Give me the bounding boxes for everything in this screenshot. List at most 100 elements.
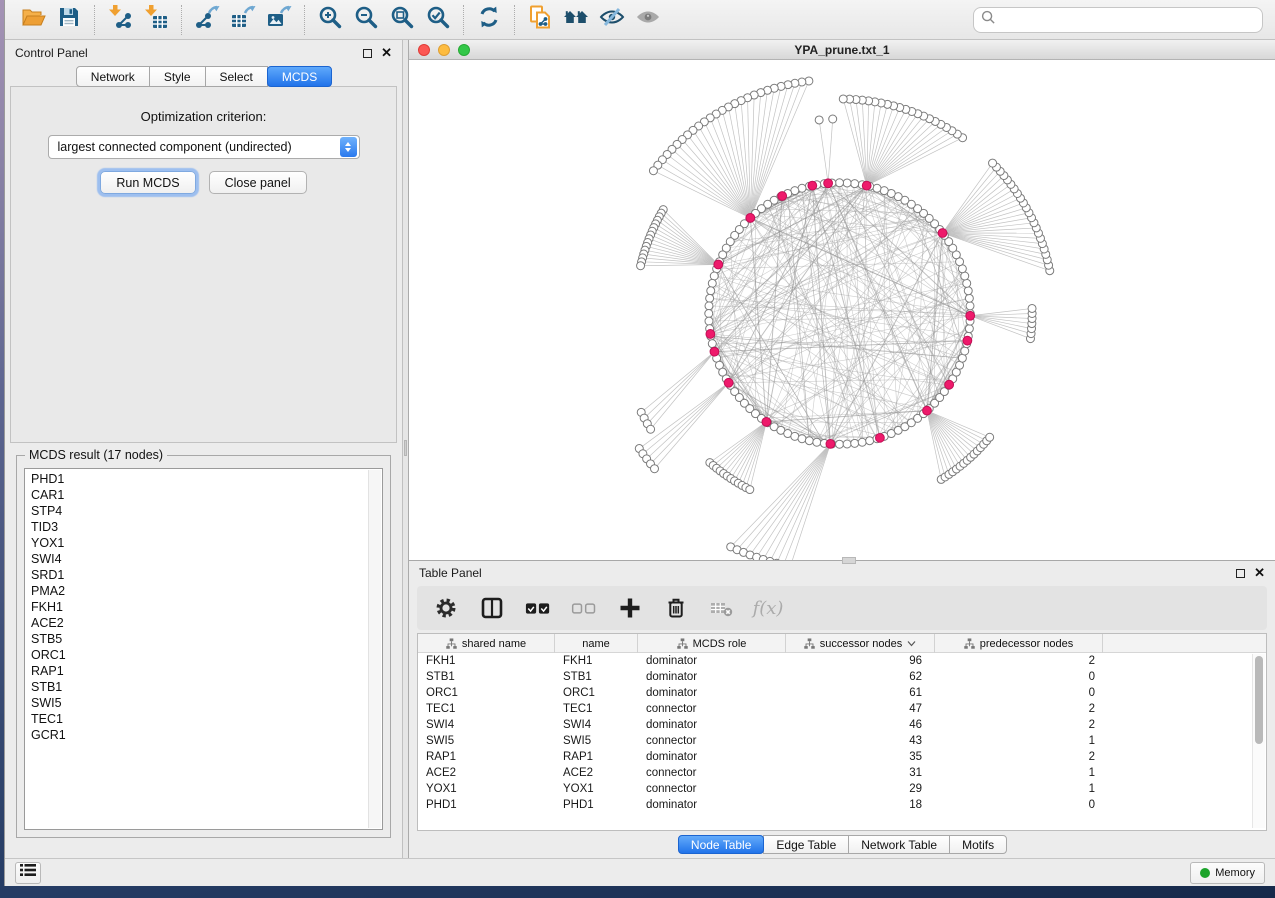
- graph-node[interactable]: [963, 279, 971, 287]
- mcds-result-item[interactable]: ACE2: [25, 615, 382, 631]
- table-row[interactable]: RAP1RAP1dominator352: [418, 749, 1266, 765]
- graph-node[interactable]: [705, 302, 713, 310]
- graph-node[interactable]: [843, 440, 851, 448]
- graph-node-mcds[interactable]: [746, 213, 755, 222]
- graph-node[interactable]: [989, 159, 997, 167]
- graph-node[interactable]: [706, 294, 714, 302]
- run-mcds-button[interactable]: Run MCDS: [100, 171, 195, 194]
- graph-node[interactable]: [961, 347, 969, 355]
- table-row[interactable]: ACE2ACE2connector311: [418, 765, 1266, 781]
- mcds-result-item[interactable]: YOX1: [25, 535, 382, 551]
- tab-network-table[interactable]: Network Table: [848, 835, 950, 854]
- criterion-select[interactable]: largest connected component (undirected): [48, 135, 360, 159]
- column-header-name[interactable]: name: [555, 634, 638, 653]
- column-header-shared-name[interactable]: shared name: [418, 634, 555, 653]
- mcds-result-item[interactable]: STP4: [25, 503, 382, 519]
- graph-node[interactable]: [813, 438, 821, 446]
- export-image-button[interactable]: [261, 4, 297, 36]
- float-table-panel-icon[interactable]: [1236, 569, 1245, 578]
- tab-mcds[interactable]: MCDS: [267, 66, 332, 87]
- graph-node[interactable]: [866, 437, 874, 445]
- tab-style[interactable]: Style: [149, 66, 206, 87]
- mcds-result-item[interactable]: SWI5: [25, 695, 382, 711]
- graph-node[interactable]: [836, 179, 844, 187]
- list-scrollbar[interactable]: [368, 470, 381, 828]
- graph-node-mcds[interactable]: [938, 229, 947, 238]
- mcds-result-item[interactable]: TEC1: [25, 711, 382, 727]
- import-network-button[interactable]: [102, 4, 138, 36]
- table-scrollbar[interactable]: [1252, 654, 1265, 828]
- network-graph-svg[interactable]: [409, 60, 1275, 560]
- graph-node[interactable]: [798, 435, 806, 443]
- mcds-result-list[interactable]: PHD1CAR1STP4TID3YOX1SWI4SRD1PMA2FKH1ACE2…: [24, 468, 383, 830]
- mcds-result-item[interactable]: CAR1: [25, 487, 382, 503]
- delete-column-icon[interactable]: [709, 595, 735, 621]
- graph-node-mcds[interactable]: [714, 260, 723, 269]
- mcds-result-item[interactable]: FKH1: [25, 599, 382, 615]
- table-row[interactable]: ORC1ORC1dominator610: [418, 685, 1266, 701]
- close-table-panel-icon[interactable]: ✕: [1254, 568, 1265, 578]
- splitter-grip[interactable]: [404, 440, 407, 456]
- open-button[interactable]: [15, 4, 51, 36]
- graph-node[interactable]: [1028, 304, 1036, 312]
- import-table-button[interactable]: [138, 4, 174, 36]
- graph-node[interactable]: [851, 439, 859, 447]
- column-header-mcds-role[interactable]: MCDS role: [638, 634, 786, 653]
- table-scrollbar-thumb[interactable]: [1255, 656, 1263, 744]
- graph-node-mcds[interactable]: [923, 406, 932, 415]
- graph-node-mcds[interactable]: [808, 181, 817, 190]
- table-row[interactable]: SWI5SWI5connector431: [418, 733, 1266, 749]
- graph-node-mcds[interactable]: [824, 179, 833, 188]
- close-panel-icon[interactable]: ✕: [381, 48, 392, 58]
- graph-node-mcds[interactable]: [966, 311, 975, 320]
- save-button[interactable]: [51, 4, 87, 36]
- graph-node-mcds[interactable]: [876, 433, 885, 442]
- tab-network[interactable]: Network: [76, 66, 150, 87]
- search-input[interactable]: [996, 10, 1255, 30]
- graph-node[interactable]: [637, 262, 645, 270]
- graph-node[interactable]: [966, 302, 974, 310]
- mcds-result-item[interactable]: STB1: [25, 679, 382, 695]
- show-all-button[interactable]: [630, 4, 666, 36]
- checked-boxes-icon[interactable]: [525, 595, 551, 621]
- graph-node-mcds[interactable]: [778, 192, 787, 201]
- graph-node[interactable]: [964, 287, 972, 295]
- search-box[interactable]: [973, 7, 1263, 33]
- table-row[interactable]: TEC1TEC1connector472: [418, 701, 1266, 717]
- graph-node-mcds[interactable]: [706, 330, 715, 339]
- graph-node[interactable]: [829, 115, 837, 123]
- float-panel-icon[interactable]: [363, 49, 372, 58]
- mcds-result-item[interactable]: GCR1: [25, 727, 382, 743]
- refresh-button[interactable]: [471, 4, 507, 36]
- graph-node-mcds[interactable]: [710, 347, 719, 356]
- zoom-selected-button[interactable]: [420, 4, 456, 36]
- panel-splitter[interactable]: [402, 40, 409, 858]
- mcds-result-item[interactable]: RAP1: [25, 663, 382, 679]
- graph-node-mcds[interactable]: [762, 417, 771, 426]
- zoom-fit-button[interactable]: [384, 4, 420, 36]
- graph-node-mcds[interactable]: [862, 181, 871, 190]
- table-row[interactable]: FKH1FKH1dominator962: [418, 653, 1266, 669]
- zoom-out-button[interactable]: [348, 4, 384, 36]
- column-header-successor-nodes[interactable]: successor nodes: [786, 634, 935, 653]
- graph-node[interactable]: [746, 486, 754, 494]
- graph-node[interactable]: [839, 95, 847, 103]
- graph-node-mcds[interactable]: [945, 380, 954, 389]
- graph-node[interactable]: [651, 465, 659, 473]
- tab-node-table[interactable]: Node Table: [678, 835, 765, 854]
- graph-node[interactable]: [873, 184, 881, 192]
- graph-node[interactable]: [708, 340, 716, 348]
- maximize-window-icon[interactable]: [458, 44, 470, 56]
- graph-node[interactable]: [843, 179, 851, 187]
- export-table-button[interactable]: [225, 4, 261, 36]
- export-network-button[interactable]: [189, 4, 225, 36]
- graph-node[interactable]: [815, 116, 823, 124]
- mcds-result-item[interactable]: SRD1: [25, 567, 382, 583]
- graph-node[interactable]: [710, 272, 718, 280]
- graph-node[interactable]: [965, 325, 973, 333]
- close-window-icon[interactable]: [418, 44, 430, 56]
- column-layout-icon[interactable]: [479, 595, 505, 621]
- graph-node[interactable]: [705, 310, 713, 318]
- tab-select[interactable]: Select: [205, 66, 268, 87]
- table-row[interactable]: YOX1YOX1connector291: [418, 781, 1266, 797]
